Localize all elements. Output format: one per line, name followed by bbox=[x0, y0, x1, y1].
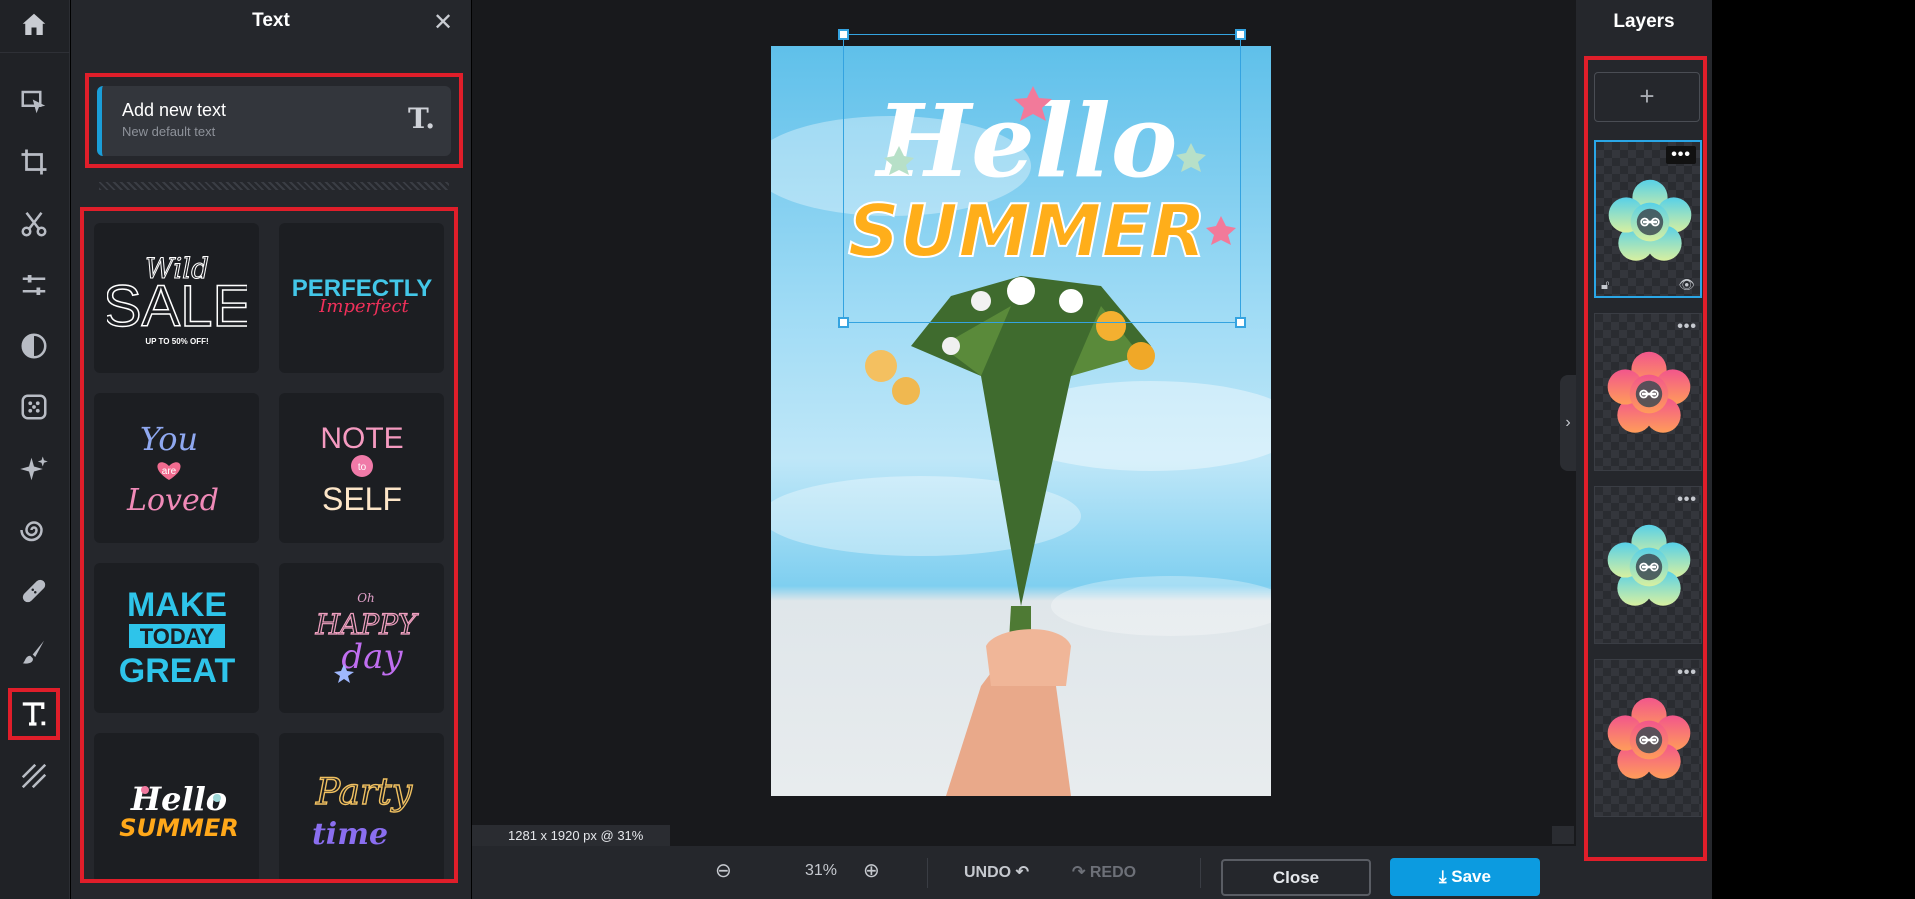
template-today-word: TODAY bbox=[139, 624, 214, 649]
panel-title: Text bbox=[252, 10, 290, 31]
text-icon[interactable] bbox=[8, 688, 60, 740]
redo-button[interactable]: ↷ REDO bbox=[1072, 862, 1136, 882]
flower-icon bbox=[1607, 697, 1691, 779]
select-arrow-icon[interactable] bbox=[12, 80, 56, 124]
template-imperfect-word: Imperfect bbox=[318, 296, 409, 317]
layers-list: + ••• 🔓︎ 👁︎ ••• ••• ••• bbox=[1584, 56, 1707, 861]
layer-thumbnail[interactable]: ••• bbox=[1594, 486, 1702, 644]
zoom-in-icon[interactable]: ⊕ bbox=[863, 858, 880, 883]
template-note-to-self[interactable]: NOTE to SELF bbox=[279, 393, 444, 543]
resize-handle[interactable] bbox=[1235, 317, 1246, 328]
layer-menu-icon[interactable]: ••• bbox=[1666, 146, 1696, 164]
close-button[interactable]: Close bbox=[1221, 859, 1371, 896]
bottom-bar: ⊖ 31% ⊕ UNDO ↶ ↷ REDO Close ⤓ Save bbox=[472, 846, 1576, 899]
text-add-icon: T. bbox=[408, 102, 435, 135]
template-note-word: NOTE bbox=[320, 422, 403, 455]
template-party-time[interactable]: Party time bbox=[279, 733, 444, 879]
template-hello-word: Hello bbox=[129, 780, 226, 818]
image-size-info: 1281 x 1920 px @ 31% bbox=[472, 825, 670, 846]
layer-thumbnail[interactable]: ••• 🔓︎ 👁︎ bbox=[1594, 140, 1702, 298]
layer-menu-icon[interactable]: ••• bbox=[1677, 318, 1697, 336]
template-day-word: day bbox=[341, 637, 403, 677]
collapse-layers-button[interactable]: › bbox=[1560, 375, 1576, 471]
undo-button[interactable]: UNDO ↶ bbox=[964, 862, 1029, 882]
add-new-text-subtitle: New default text bbox=[122, 124, 216, 139]
empty-area bbox=[1712, 0, 1915, 899]
layer-menu-icon[interactable]: ••• bbox=[1677, 491, 1697, 509]
add-new-text-title: Add new text bbox=[122, 100, 227, 120]
template-hello-summer[interactable]: Hello SUMMER bbox=[94, 733, 259, 879]
redo-icon: ↷ bbox=[1072, 864, 1090, 881]
template-to-word: to bbox=[357, 462, 366, 473]
texture-icon[interactable] bbox=[12, 754, 56, 798]
resize-handle[interactable] bbox=[838, 317, 849, 328]
template-loved-word: Loved bbox=[126, 483, 219, 518]
template-summer-word: SUMMER bbox=[119, 814, 238, 842]
adjust-sliders-icon[interactable] bbox=[12, 263, 56, 307]
divider bbox=[99, 182, 449, 190]
resize-handle[interactable] bbox=[838, 29, 849, 40]
add-new-text-highlight: Add new text New default text T. bbox=[85, 73, 463, 168]
effects-icon[interactable] bbox=[12, 385, 56, 429]
flower-icon bbox=[1607, 524, 1691, 606]
lock-icon[interactable]: 🔓︎ bbox=[1601, 277, 1609, 293]
text-panel: Text ✕ Add new text New default text T. … bbox=[71, 0, 471, 899]
left-toolbar bbox=[0, 0, 70, 899]
eye-icon[interactable]: 👁︎ bbox=[1678, 277, 1695, 293]
template-make-word: MAKE bbox=[126, 586, 226, 624]
brush-icon[interactable] bbox=[12, 630, 56, 674]
canvas-scroll-corner bbox=[1552, 826, 1574, 844]
close-icon[interactable]: ✕ bbox=[433, 8, 453, 37]
template-oh-happy-day[interactable]: Oh HAPPY day bbox=[279, 563, 444, 713]
flower-icon bbox=[1608, 179, 1692, 261]
contrast-icon[interactable] bbox=[12, 324, 56, 368]
template-oh-word: Oh bbox=[357, 591, 375, 605]
resize-handle[interactable] bbox=[1235, 29, 1246, 40]
text-templates-grid: Wild SALE UP TO 50% OFF! PERFECTLY Imper… bbox=[80, 207, 458, 883]
template-self-word: SELF bbox=[321, 481, 401, 517]
template-time-word: time bbox=[311, 817, 387, 852]
layers-panel: Layers + ••• 🔓︎ 👁︎ ••• ••• ••• bbox=[1576, 0, 1712, 899]
layers-title: Layers bbox=[1613, 11, 1675, 32]
save-icon: ⤓ bbox=[1439, 867, 1452, 886]
template-great-word: GREAT bbox=[118, 652, 235, 690]
template-perfectly-imperfect[interactable]: PERFECTLY Imperfect bbox=[279, 223, 444, 373]
scissors-icon[interactable] bbox=[12, 202, 56, 246]
zoom-out-icon[interactable]: ⊖ bbox=[715, 858, 732, 883]
add-layer-button[interactable]: + bbox=[1594, 72, 1700, 122]
template-you-are-loved[interactable]: You are Loved bbox=[94, 393, 259, 543]
save-label: Save bbox=[1451, 867, 1491, 886]
layer-thumbnail[interactable]: ••• bbox=[1594, 313, 1702, 471]
undo-label: UNDO bbox=[964, 864, 1012, 881]
template-are-word: are bbox=[161, 466, 176, 477]
template-wild-sale[interactable]: Wild SALE UP TO 50% OFF! bbox=[94, 223, 259, 373]
redo-label: REDO bbox=[1089, 864, 1137, 881]
flower-icon bbox=[1607, 351, 1691, 433]
template-sale-note: UP TO 50% OFF! bbox=[145, 337, 208, 346]
layer-menu-icon[interactable]: ••• bbox=[1677, 664, 1697, 682]
bandage-icon[interactable] bbox=[12, 569, 56, 613]
add-new-text-button[interactable]: Add new text New default text T. bbox=[97, 86, 451, 156]
template-you-word: You bbox=[139, 420, 197, 458]
zoom-level: 31% bbox=[805, 862, 838, 879]
save-button[interactable]: ⤓ Save bbox=[1390, 858, 1540, 896]
selection-box[interactable] bbox=[838, 29, 1246, 328]
sparkle-icon[interactable] bbox=[12, 447, 56, 491]
swirl-icon[interactable] bbox=[12, 508, 56, 552]
photo-editor-app: Text ✕ Add new text New default text T. … bbox=[0, 0, 1915, 899]
home-icon[interactable] bbox=[12, 3, 56, 47]
undo-icon: ↶ bbox=[1015, 864, 1029, 881]
template-sale-word: SALE bbox=[107, 274, 247, 339]
crop-icon[interactable] bbox=[12, 140, 56, 184]
template-make-today-great[interactable]: MAKE TODAY GREAT bbox=[94, 563, 259, 713]
template-party-word: Party bbox=[314, 772, 412, 813]
layer-thumbnail[interactable]: ••• bbox=[1594, 659, 1702, 817]
